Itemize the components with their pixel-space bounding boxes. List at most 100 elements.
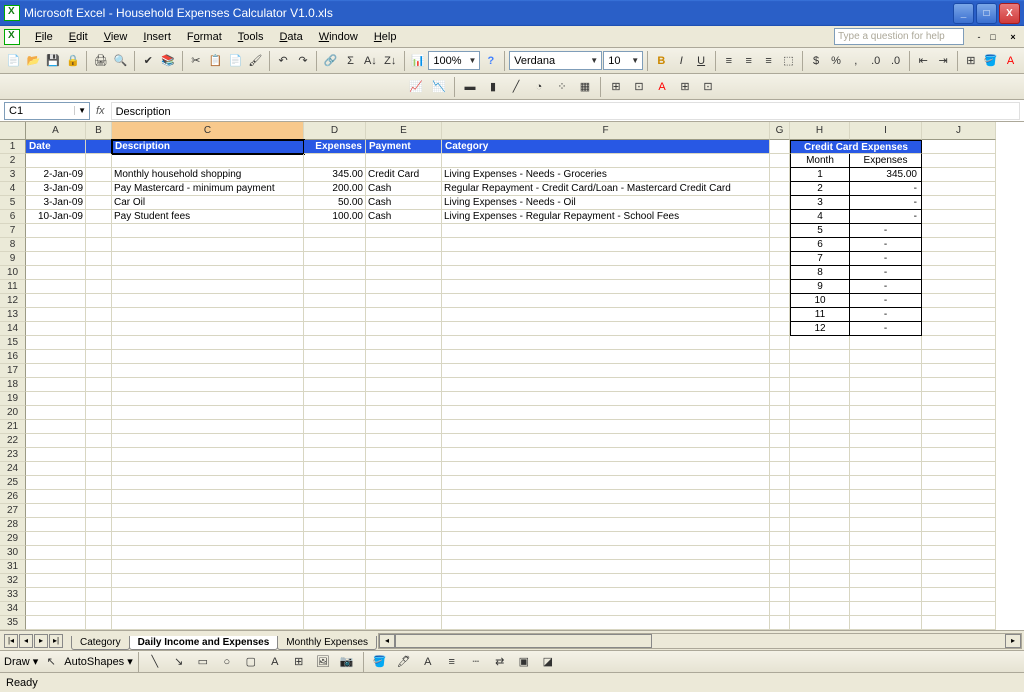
format-painter-icon[interactable]: 🖌 xyxy=(246,50,265,72)
cell[interactable] xyxy=(26,154,86,168)
cell[interactable] xyxy=(112,350,304,364)
cell[interactable] xyxy=(922,280,996,294)
cell[interactable] xyxy=(26,308,86,322)
cell[interactable]: - xyxy=(850,182,922,196)
cell[interactable] xyxy=(770,406,790,420)
cell[interactable]: - xyxy=(850,322,922,336)
print-preview-icon[interactable]: 🔍 xyxy=(111,50,130,72)
cell[interactable] xyxy=(112,420,304,434)
cell[interactable] xyxy=(112,392,304,406)
row-header-19[interactable]: 19 xyxy=(0,392,26,406)
cell[interactable] xyxy=(366,280,442,294)
cell[interactable] xyxy=(922,196,996,210)
chart-opt2-icon[interactable]: ⊡ xyxy=(628,76,650,98)
cell[interactable] xyxy=(26,518,86,532)
cell[interactable] xyxy=(770,476,790,490)
cell[interactable] xyxy=(922,462,996,476)
cell[interactable] xyxy=(26,490,86,504)
cell[interactable] xyxy=(770,392,790,406)
cell[interactable] xyxy=(850,378,922,392)
fontsize-dropdown[interactable]: 10▼ xyxy=(603,51,643,70)
cell[interactable]: Monthly household shopping xyxy=(112,168,304,182)
cell[interactable] xyxy=(790,378,850,392)
cell[interactable] xyxy=(304,560,366,574)
cell[interactable] xyxy=(86,420,112,434)
cell[interactable] xyxy=(770,308,790,322)
cell[interactable] xyxy=(770,462,790,476)
wordart-icon[interactable]: A xyxy=(264,651,286,673)
underline-icon[interactable]: U xyxy=(692,50,711,72)
cell[interactable] xyxy=(850,602,922,616)
cell[interactable] xyxy=(112,532,304,546)
line-icon[interactable]: ╲ xyxy=(144,651,166,673)
cell[interactable] xyxy=(366,518,442,532)
cell[interactable] xyxy=(922,504,996,518)
column-header-E[interactable]: E xyxy=(366,122,442,140)
align-left-icon[interactable]: ≡ xyxy=(719,50,738,72)
cell[interactable] xyxy=(790,532,850,546)
cell[interactable] xyxy=(86,462,112,476)
cell[interactable] xyxy=(790,350,850,364)
cell[interactable] xyxy=(442,378,770,392)
cell[interactable] xyxy=(770,294,790,308)
row-header-12[interactable]: 12 xyxy=(0,294,26,308)
draw-menu[interactable]: Draw ▾ xyxy=(4,655,38,668)
cell[interactable]: - xyxy=(850,252,922,266)
cell[interactable]: Expenses xyxy=(304,140,366,154)
cell[interactable] xyxy=(770,210,790,224)
cell[interactable] xyxy=(442,322,770,336)
cell[interactable] xyxy=(26,434,86,448)
cell[interactable] xyxy=(850,336,922,350)
cell[interactable] xyxy=(304,336,366,350)
cell[interactable] xyxy=(304,266,366,280)
row-header-11[interactable]: 11 xyxy=(0,280,26,294)
cell[interactable] xyxy=(366,238,442,252)
cell[interactable] xyxy=(366,434,442,448)
row-header-26[interactable]: 26 xyxy=(0,490,26,504)
cell[interactable] xyxy=(922,308,996,322)
cell[interactable] xyxy=(922,182,996,196)
cell[interactable] xyxy=(922,476,996,490)
cell[interactable] xyxy=(770,238,790,252)
cell[interactable] xyxy=(770,448,790,462)
cell[interactable] xyxy=(26,476,86,490)
cell[interactable] xyxy=(366,588,442,602)
cell[interactable] xyxy=(26,602,86,616)
cell[interactable]: 6 xyxy=(790,238,850,252)
align-right-icon[interactable]: ≡ xyxy=(759,50,778,72)
cell[interactable] xyxy=(922,434,996,448)
cell[interactable] xyxy=(850,504,922,518)
cell[interactable] xyxy=(86,616,112,630)
cell[interactable] xyxy=(86,238,112,252)
cell[interactable] xyxy=(770,154,790,168)
cell[interactable] xyxy=(770,532,790,546)
cell[interactable] xyxy=(850,420,922,434)
row-header-33[interactable]: 33 xyxy=(0,588,26,602)
chart-column-icon[interactable]: ▮ xyxy=(482,76,504,98)
cell[interactable] xyxy=(304,420,366,434)
column-header-J[interactable]: J xyxy=(922,122,996,140)
cell[interactable] xyxy=(366,448,442,462)
cell[interactable] xyxy=(26,266,86,280)
row-header-23[interactable]: 23 xyxy=(0,448,26,462)
cell[interactable] xyxy=(86,448,112,462)
cell[interactable] xyxy=(922,518,996,532)
cell[interactable] xyxy=(304,588,366,602)
cell[interactable] xyxy=(770,336,790,350)
menu-format[interactable]: Format xyxy=(180,29,229,45)
cell[interactable] xyxy=(26,294,86,308)
cell[interactable] xyxy=(86,392,112,406)
minimize-button[interactable]: _ xyxy=(953,3,974,24)
cell[interactable] xyxy=(112,154,304,168)
research-icon[interactable]: 📚 xyxy=(159,50,178,72)
cell[interactable] xyxy=(112,238,304,252)
cell[interactable] xyxy=(790,420,850,434)
cell[interactable] xyxy=(922,490,996,504)
doc-restore-button[interactable]: □ xyxy=(986,30,1000,44)
cell[interactable] xyxy=(26,252,86,266)
cell[interactable] xyxy=(442,406,770,420)
oval-icon[interactable]: ○ xyxy=(216,651,238,673)
row-header-21[interactable]: 21 xyxy=(0,420,26,434)
menu-help[interactable]: Help xyxy=(367,29,404,45)
cell[interactable] xyxy=(112,294,304,308)
